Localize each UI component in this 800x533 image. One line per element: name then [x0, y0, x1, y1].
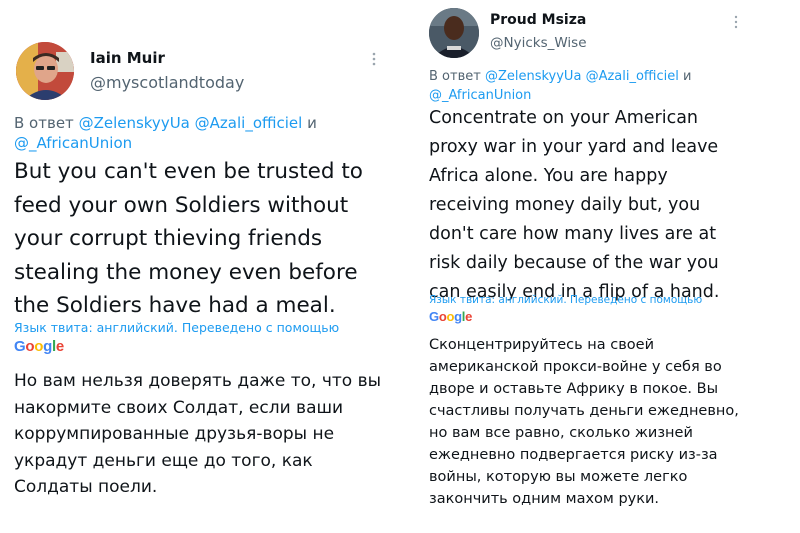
avatar-image [16, 42, 74, 100]
reply-context: В ответ @ZelenskyyUa @Azali_officiel и @… [14, 113, 384, 153]
avatar-image [429, 8, 479, 58]
tweet-left: Iain Muir @myscotlandtoday В ответ @Zele… [0, 0, 400, 533]
reply-prefix: В ответ [429, 69, 481, 84]
author-name[interactable]: Iain Muir [90, 49, 165, 67]
mention-link[interactable]: @ZelenskyyUa [485, 69, 581, 84]
tweet-text: But you can't even be trusted to feed yo… [14, 159, 363, 318]
google-logo[interactable]: Google [429, 309, 472, 324]
author-handle[interactable]: @myscotlandtoday [90, 73, 244, 92]
translation-text: Сконцентрируйтесь на своей американской … [429, 337, 739, 507]
translation-text: Но вам нельзя доверять даже то, что вы н… [14, 371, 382, 497]
avatar[interactable] [429, 8, 479, 58]
author-handle[interactable]: @Nyicks_Wise [490, 35, 587, 51]
mention-link[interactable]: @ZelenskyyUa [79, 114, 190, 132]
more-options-icon[interactable] [372, 52, 377, 66]
mention-link[interactable]: @_AfricanUnion [429, 88, 531, 103]
reply-and: и [683, 69, 692, 84]
author-name[interactable]: Proud Msiza [490, 12, 586, 28]
google-logo[interactable]: Google [14, 338, 64, 355]
tweet-text: Concentrate on your American proxy war i… [429, 108, 720, 302]
reply-context: В ответ @ZelenskyyUa @Azali_officiel и @… [429, 67, 739, 105]
translated-label: Язык твита: английский. Переведено с пом… [429, 294, 703, 306]
reply-prefix: В ответ [14, 114, 74, 132]
avatar[interactable] [16, 42, 74, 100]
more-options-icon[interactable] [734, 15, 739, 29]
mention-link[interactable]: @Azali_officiel [586, 69, 679, 84]
tweet-right: Proud Msiza @Nyicks_Wise В ответ @Zelens… [415, 0, 800, 533]
mention-link[interactable]: @_AfricanUnion [14, 134, 132, 152]
translated-label: Язык твита: английский. Переведено с пом… [14, 320, 340, 335]
reply-and: и [307, 114, 317, 132]
mention-link[interactable]: @Azali_officiel [195, 114, 303, 132]
